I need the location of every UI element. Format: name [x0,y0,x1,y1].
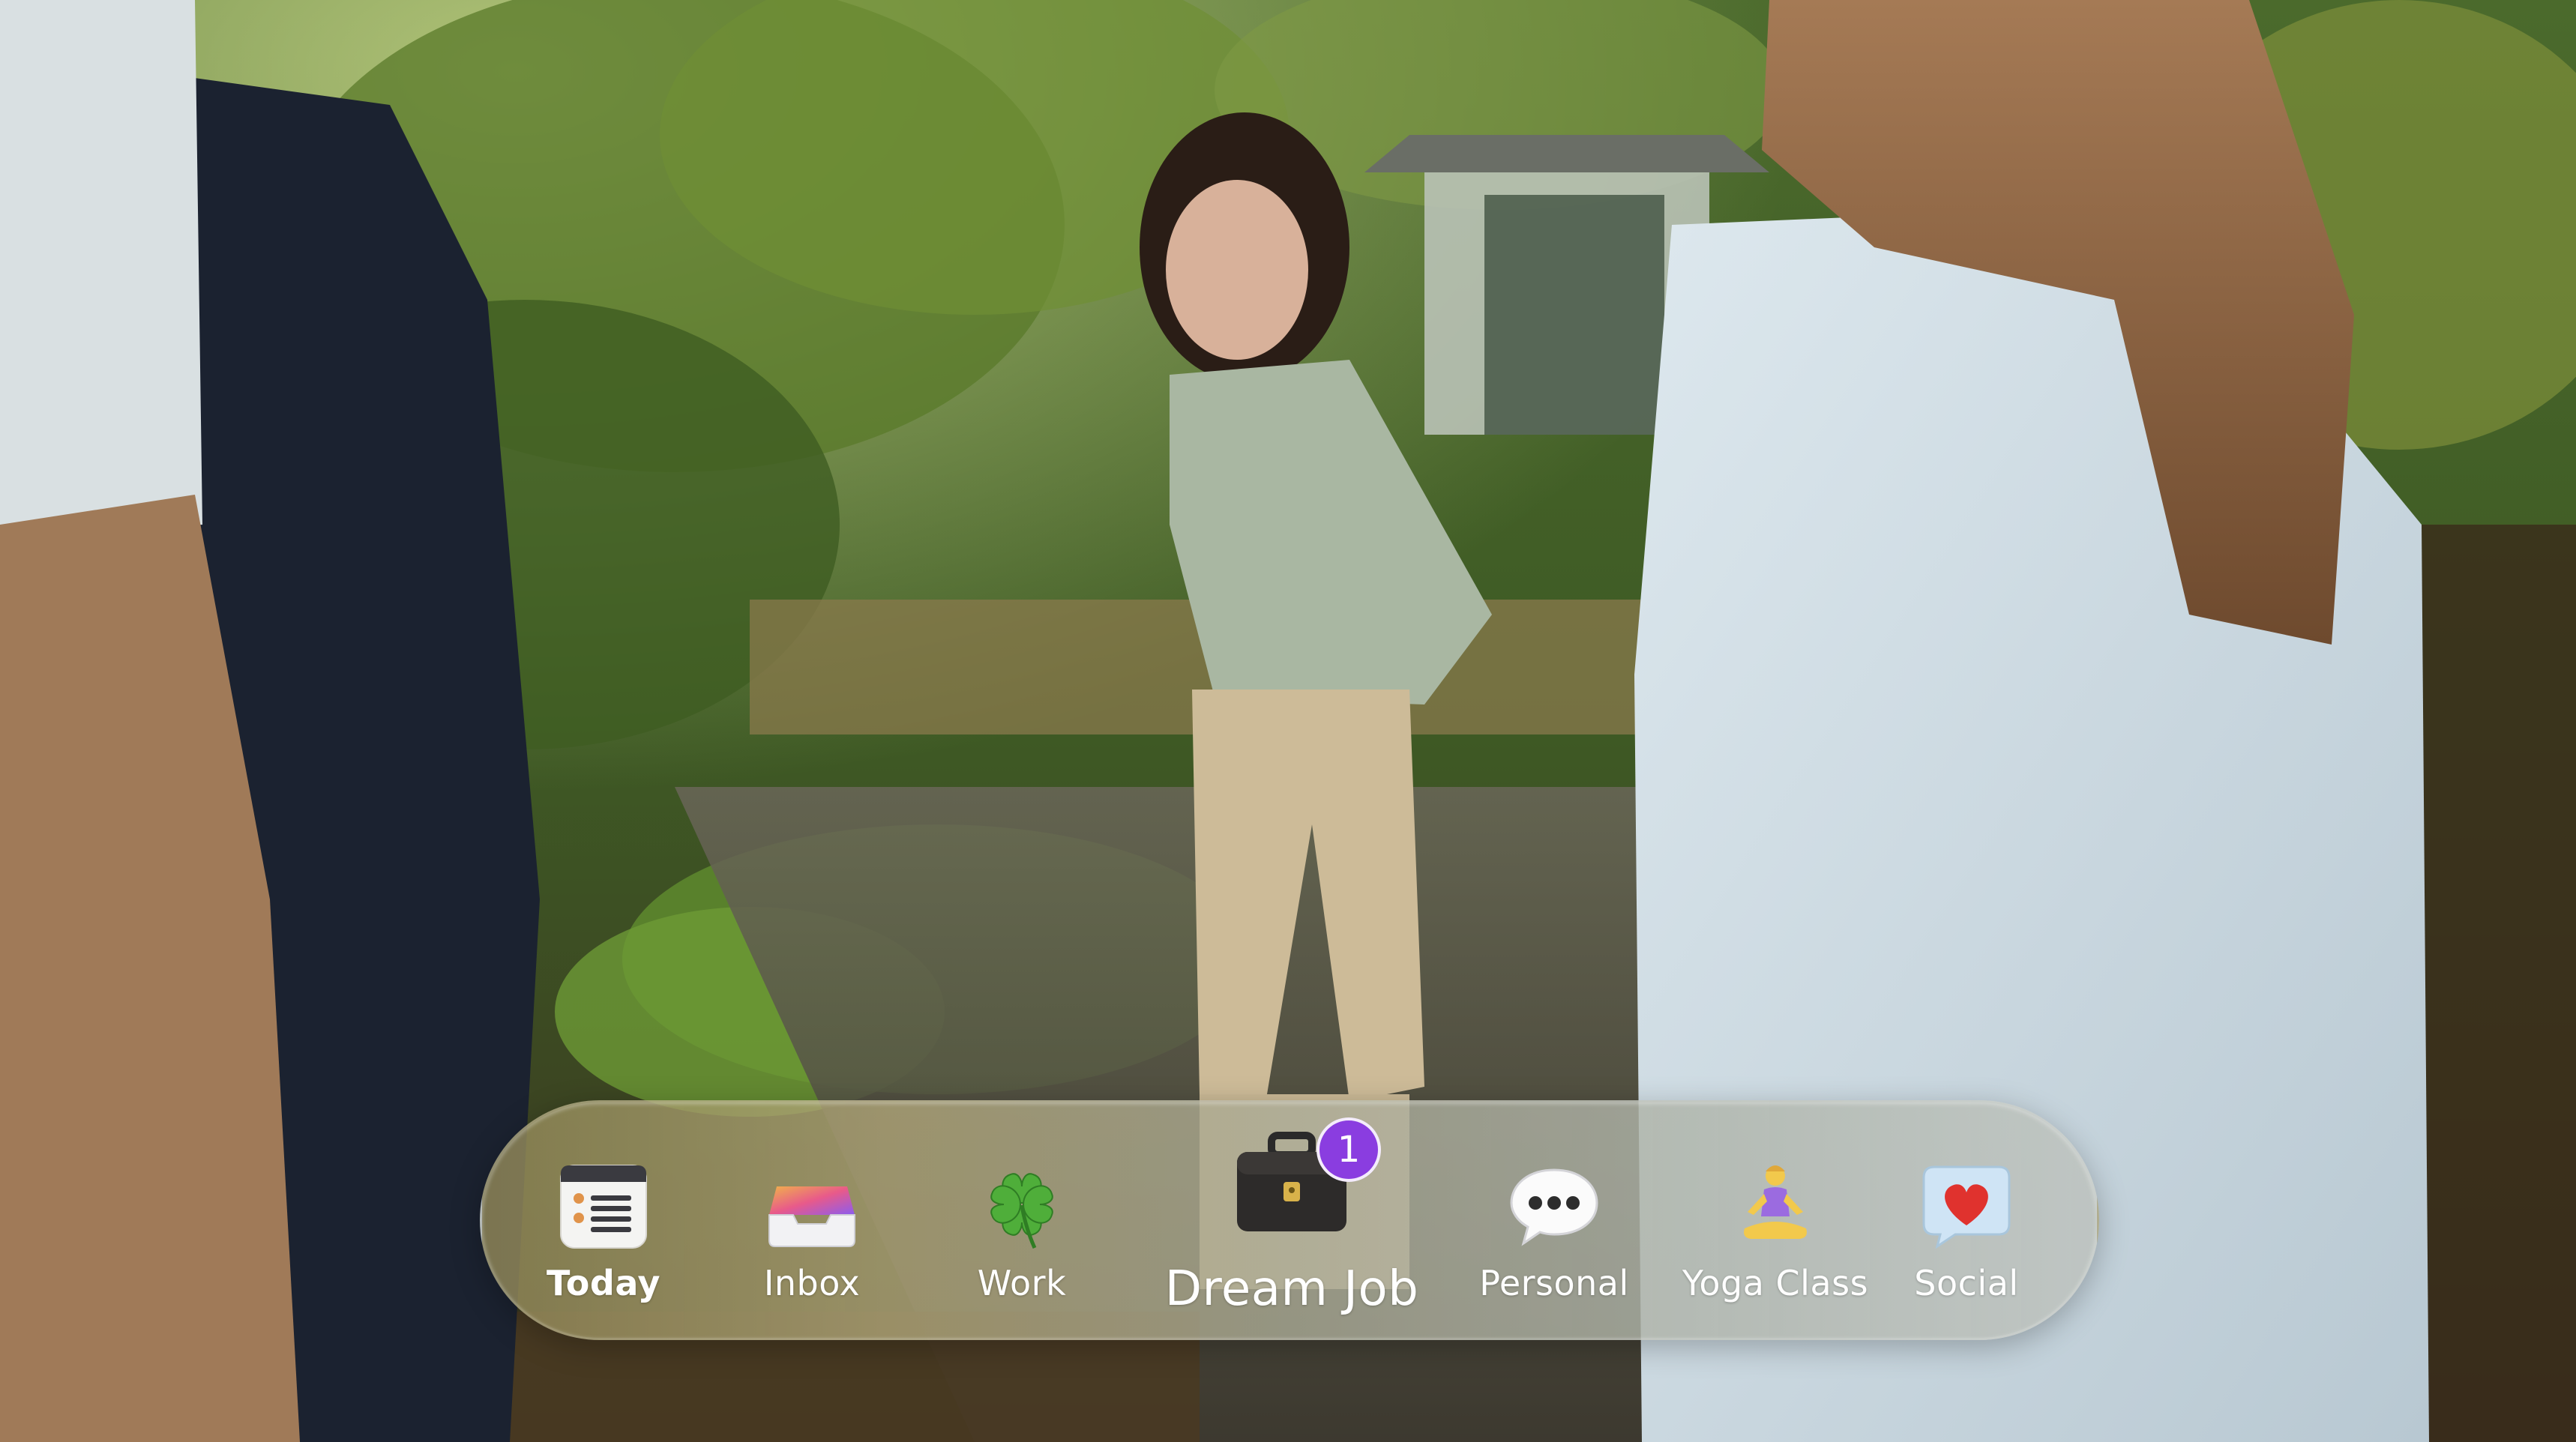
speech-bubble-icon [1505,1156,1603,1254]
meditating-person-icon [1727,1156,1824,1254]
dock-item-inbox[interactable]: Inbox [737,1102,887,1342]
scene: Today Inbox Work 1 Dream Job Personal Yo… [0,0,2576,1442]
inbox-tray-icon [763,1156,861,1254]
heart-bubble-icon [1918,1156,2015,1254]
dock-item-dream-job[interactable]: 1 Dream Job [1142,1102,1442,1342]
dock-item-today[interactable]: Today [529,1102,678,1342]
dock-item-label: Personal [1479,1263,1629,1303]
dock-item-label: Inbox [763,1263,861,1303]
dock-item-label: Dream Job [1164,1261,1419,1317]
dock-item-label: Today [547,1263,660,1303]
app-dock: Today Inbox Work 1 Dream Job Personal Yo… [480,1100,2099,1340]
notification-badge: 1 [1316,1117,1381,1182]
dock-item-label: Social [1914,1263,2019,1303]
four-leaf-clover-icon [973,1156,1071,1254]
dock-item-social[interactable]: Social [1899,1102,2034,1342]
briefcase-icon: 1 [1228,1117,1381,1246]
today-list-icon [555,1156,652,1254]
dock-item-personal[interactable]: Personal [1464,1102,1644,1342]
dock-item-work[interactable]: Work [947,1102,1097,1342]
dock-item-label: Work [977,1263,1067,1303]
dock-item-label: Yoga Class [1682,1263,1869,1303]
dock-item-yoga-class[interactable]: Yoga Class [1667,1102,1884,1342]
